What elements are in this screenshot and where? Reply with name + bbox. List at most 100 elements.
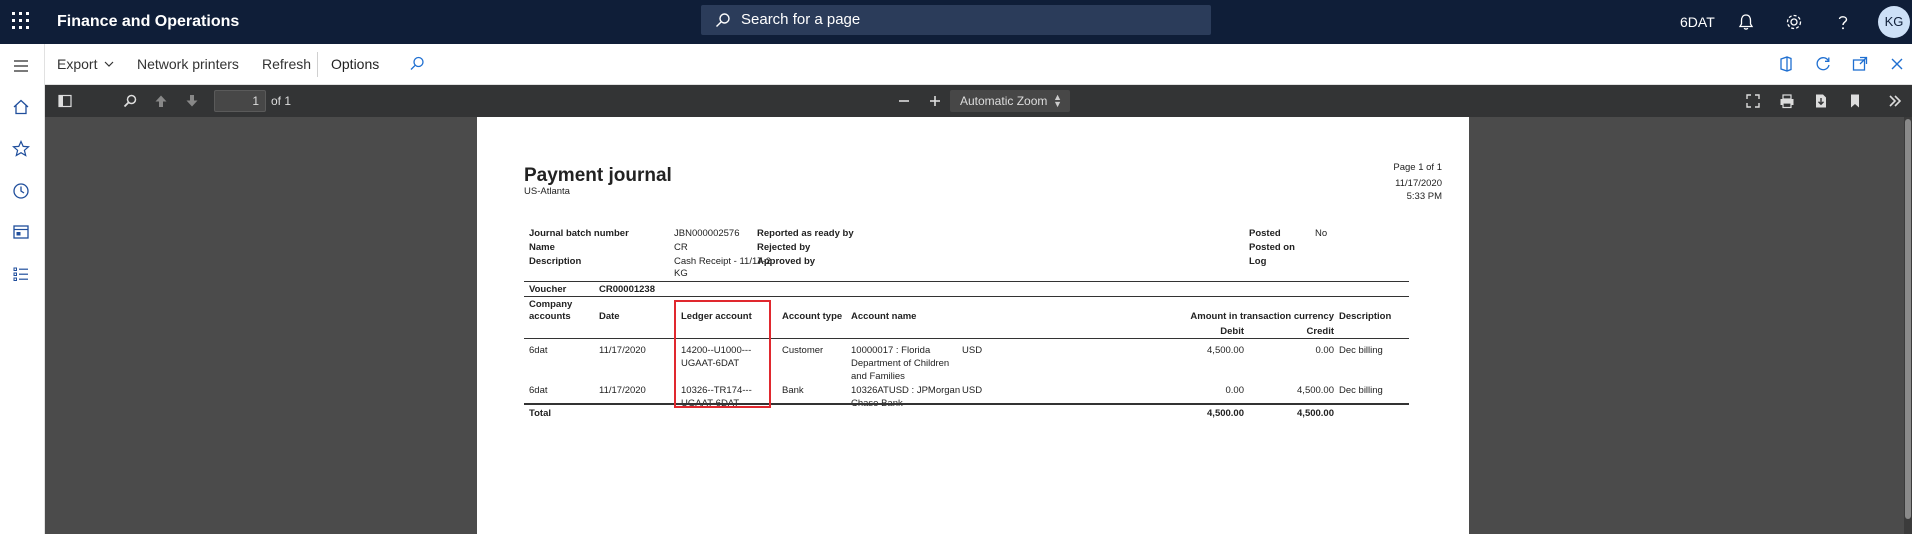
- home-icon[interactable]: [11, 97, 31, 117]
- download-icon[interactable]: [1813, 93, 1829, 109]
- row-credit: 4,500.00: [1297, 385, 1334, 396]
- left-navigation: [0, 44, 45, 534]
- voucher-number: CR00001238: [599, 284, 655, 295]
- next-page-icon[interactable]: [184, 93, 200, 109]
- divider: [524, 403, 1409, 405]
- bell-icon[interactable]: [1735, 11, 1757, 33]
- company-selector[interactable]: 6DAT: [1680, 13, 1715, 31]
- row-account-name-cont: Department of Children: [851, 358, 950, 369]
- report-title: Payment journal: [524, 165, 672, 186]
- col-credit: Credit: [1306, 326, 1334, 337]
- presentation-mode-icon[interactable]: [1745, 93, 1761, 109]
- row-debit: 4,500.00: [1207, 345, 1244, 356]
- refresh-icon[interactable]: [1813, 54, 1833, 74]
- total-label: Total: [529, 408, 551, 419]
- star-icon[interactable]: [11, 139, 31, 159]
- divider: [524, 296, 1409, 297]
- chevron-down-icon: [104, 61, 114, 67]
- sidebar-toggle-icon[interactable]: [57, 93, 73, 109]
- print-icon[interactable]: [1779, 93, 1795, 109]
- row-currency: USD: [962, 385, 983, 396]
- tools-icon[interactable]: [1887, 93, 1903, 109]
- zoom-value: Automatic Zoom: [960, 94, 1048, 108]
- workspace-icon[interactable]: [11, 222, 31, 242]
- col-debit: Debit: [1220, 326, 1244, 337]
- vertical-scrollbar[interactable]: [1904, 117, 1912, 534]
- journal-batch-number-label: Journal batch number: [529, 228, 629, 239]
- reported-label: Reported as ready by: [757, 228, 854, 239]
- previous-page-icon[interactable]: [153, 93, 169, 109]
- row-date: 11/17/2020: [599, 345, 646, 356]
- updown-icon: ▲ ▼: [1053, 92, 1062, 109]
- refresh-button[interactable]: Refresh: [262, 44, 311, 85]
- search-icon[interactable]: [407, 54, 427, 74]
- col-company-cont: accounts: [529, 311, 571, 322]
- total-credit: 4,500.00: [1297, 408, 1334, 419]
- help-icon[interactable]: [1832, 11, 1854, 33]
- avatar[interactable]: KG: [1878, 6, 1910, 38]
- col-amount-group: Amount in transaction currency: [1190, 311, 1334, 322]
- voucher-label: Voucher: [529, 284, 567, 295]
- find-icon[interactable]: [122, 93, 138, 109]
- report-page: Payment journal US-Atlanta Page 1 of 1 1…: [477, 117, 1469, 534]
- export-label: Export: [57, 56, 98, 72]
- divider: [524, 338, 1409, 339]
- menu-icon[interactable]: [11, 56, 31, 76]
- page-number-input[interactable]: 1: [214, 90, 266, 112]
- app-title[interactable]: Finance and Operations: [57, 12, 239, 32]
- col-description: Description: [1339, 311, 1392, 322]
- scrollbar-thumb[interactable]: [1905, 119, 1911, 519]
- posted-on-label: Posted on: [1249, 242, 1295, 253]
- row-company: 6dat: [529, 345, 548, 356]
- top-bar: Finance and Operations Search for a page…: [0, 0, 1912, 44]
- journal-name: CR: [674, 242, 688, 253]
- row-account-name-cont: and Families: [851, 371, 905, 382]
- posted-label: Posted: [1249, 228, 1281, 239]
- list-icon[interactable]: [11, 264, 31, 284]
- log-label: Log: [1249, 256, 1267, 267]
- search-icon: [716, 13, 730, 27]
- row-account-name: 10326ATUSD : JPMorgan: [851, 385, 961, 396]
- zoom-select[interactable]: Automatic Zoom ▲ ▼: [950, 90, 1070, 112]
- zoom-out-icon[interactable]: [896, 93, 912, 109]
- ledger-account-highlight: [674, 300, 771, 408]
- divider: [524, 281, 1409, 282]
- col-date: Date: [599, 311, 620, 322]
- name-label: Name: [529, 242, 555, 253]
- options-tab[interactable]: Options: [331, 44, 379, 85]
- rejected-label: Rejected by: [757, 242, 811, 253]
- posted-value: No: [1315, 228, 1328, 239]
- row-credit: 0.00: [1315, 345, 1335, 356]
- page-info: Page 1 of 1: [1393, 162, 1442, 173]
- clock-icon[interactable]: [11, 181, 31, 201]
- row-description: Dec billing: [1339, 385, 1383, 396]
- export-menu[interactable]: Export: [57, 44, 114, 85]
- bookmark-icon[interactable]: [1847, 93, 1863, 109]
- row-account-name: 10000017 : Florida: [851, 345, 931, 356]
- gear-icon[interactable]: [1783, 11, 1805, 33]
- journal-description-cont: KG: [674, 268, 688, 279]
- pdf-toolbar: 1 of 1 Automatic Zoom ▲ ▼: [45, 85, 1912, 117]
- open-new-window-icon[interactable]: [1850, 54, 1870, 74]
- office-icon[interactable]: [1776, 54, 1796, 74]
- col-account-name: Account name: [851, 311, 917, 322]
- report-time: 5:33 PM: [1406, 191, 1442, 202]
- col-account-type: Account type: [782, 311, 843, 322]
- search-placeholder: Search for a page: [741, 11, 861, 28]
- row-account-type: Customer: [782, 345, 824, 356]
- action-pane: Export Network printers Refresh Options: [45, 44, 1912, 85]
- row-company: 6dat: [529, 385, 548, 396]
- app-launcher-icon[interactable]: [12, 12, 32, 32]
- row-account-type: Bank: [782, 385, 804, 396]
- row-date: 11/17/2020: [599, 385, 646, 396]
- zoom-in-icon[interactable]: [927, 93, 943, 109]
- row-description: Dec billing: [1339, 345, 1383, 356]
- close-icon[interactable]: [1887, 54, 1907, 74]
- page-count: of 1: [271, 94, 292, 108]
- divider: [317, 52, 318, 77]
- search-box[interactable]: Search for a page: [701, 5, 1211, 35]
- approved-label: Approved by: [757, 256, 816, 267]
- network-printers-button[interactable]: Network printers: [137, 44, 239, 85]
- col-company: Company: [529, 299, 573, 310]
- pdf-viewer[interactable]: Payment journal US-Atlanta Page 1 of 1 1…: [45, 117, 1912, 534]
